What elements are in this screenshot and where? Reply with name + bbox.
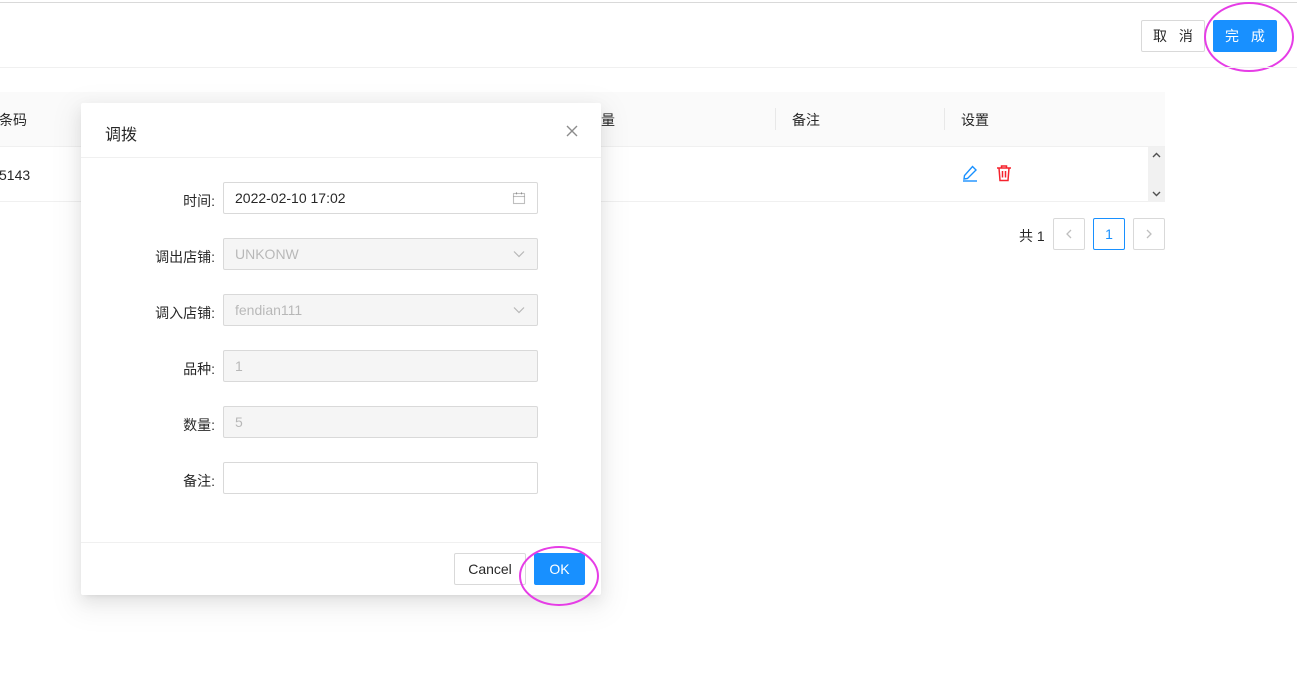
cancel-button[interactable]: 取 消 (1141, 20, 1205, 52)
time-picker[interactable]: 2022-02-10 17:02 (223, 182, 538, 214)
quantity-input[interactable]: 5 (223, 406, 538, 438)
remark-label: 备注: (183, 473, 215, 489)
calendar-icon (512, 191, 526, 205)
column-header-settings: 设置 (961, 111, 989, 128)
variety-label: 品种: (183, 361, 215, 377)
column-separator (944, 108, 945, 130)
vertical-scrollbar[interactable] (1148, 147, 1165, 202)
chevron-down-icon (512, 303, 526, 317)
in-store-value: fendian111 (235, 302, 303, 318)
time-value: 2022-02-10 17:02 (235, 190, 346, 206)
remark-input[interactable] (235, 463, 537, 493)
out-store-value: UNKONW (235, 246, 299, 262)
page: 取 消 完 成 条码 量 备注 设置 5143 共 1 1 调拨 时间: 202… (0, 0, 1297, 690)
header-divider (0, 67, 1297, 68)
done-button[interactable]: 完 成 (1213, 20, 1277, 52)
delete-icon[interactable] (994, 163, 1014, 183)
out-store-label: 调出店铺: (155, 249, 215, 265)
close-icon[interactable] (563, 122, 581, 140)
scroll-up-icon[interactable] (1148, 148, 1165, 162)
scroll-down-icon[interactable] (1148, 187, 1165, 201)
next-page-button[interactable] (1133, 218, 1165, 250)
top-divider (0, 2, 1297, 3)
transfer-modal: 调拨 时间: 2022-02-10 17:02 调出店铺: UNKONW 调入店… (81, 103, 601, 595)
modal-header: 调拨 (81, 103, 601, 158)
time-label: 时间: (183, 193, 215, 209)
modal-title: 调拨 (105, 127, 138, 144)
page-button-1[interactable]: 1 (1093, 218, 1125, 250)
in-store-select[interactable]: fendian111 (223, 294, 538, 326)
modal-ok-button[interactable]: OK (534, 553, 585, 585)
pagination-total: 共 1 (1019, 228, 1045, 244)
prev-page-button[interactable] (1053, 218, 1085, 250)
column-header-remark: 备注 (792, 111, 820, 128)
remark-field[interactable] (223, 462, 538, 494)
quantity-value: 5 (235, 414, 243, 430)
variety-value: 1 (235, 358, 243, 374)
quantity-label: 数量: (183, 417, 215, 433)
out-store-select[interactable]: UNKONW (223, 238, 538, 270)
column-header-quantity: 量 (601, 111, 615, 128)
edit-icon[interactable] (960, 163, 980, 183)
cell-barcode: 5143 (0, 166, 31, 183)
chevron-down-icon (512, 247, 526, 261)
modal-cancel-button[interactable]: Cancel (454, 553, 526, 585)
variety-input[interactable]: 1 (223, 350, 538, 382)
column-header-barcode: 条码 (0, 111, 27, 128)
column-separator (775, 108, 776, 130)
in-store-label: 调入店铺: (155, 305, 215, 321)
